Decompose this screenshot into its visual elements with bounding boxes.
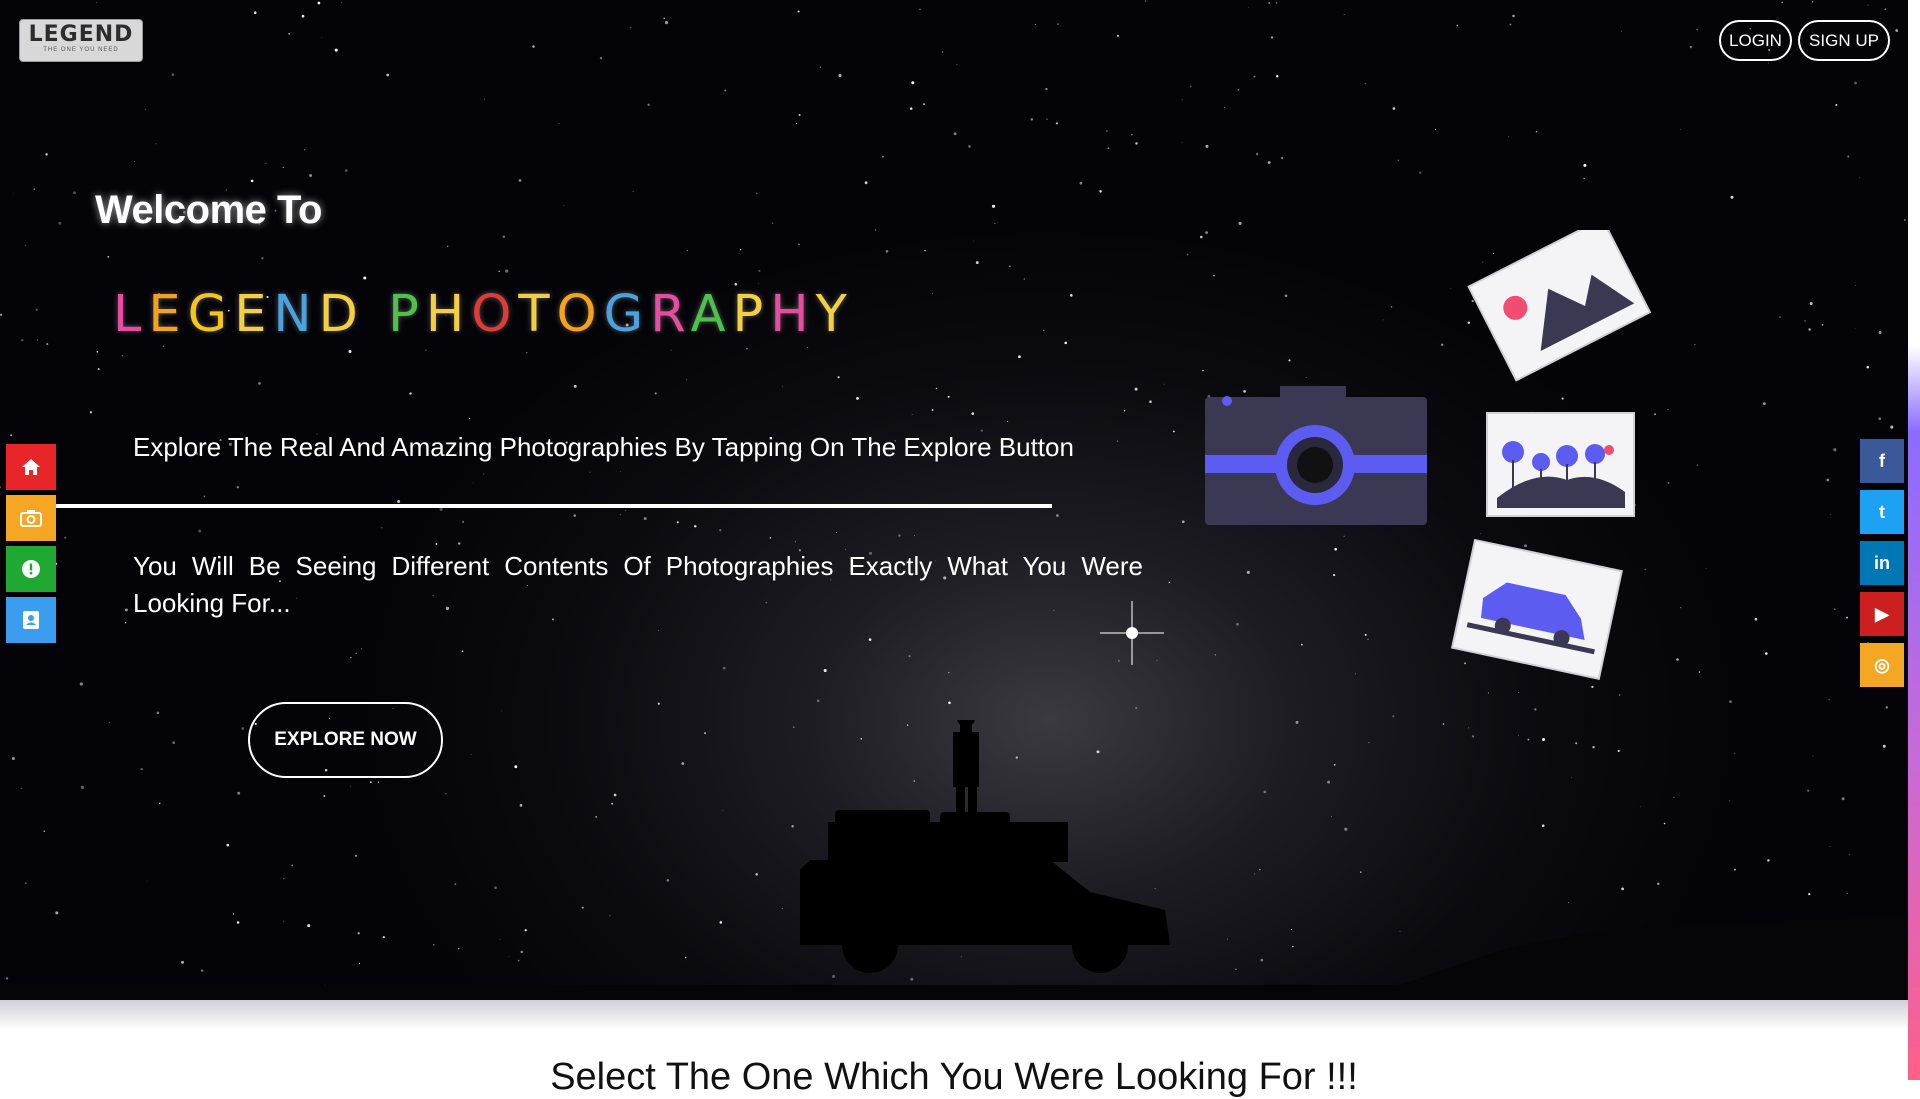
hero-shadow <box>0 1000 1908 1030</box>
brand-letter: G <box>603 285 651 344</box>
logo-text: LEGEND <box>28 22 134 47</box>
brand-title: LEGEND PHOTOGRAPHY <box>113 285 854 344</box>
brand-letter: O <box>556 285 604 344</box>
divider-line <box>56 504 1052 508</box>
left-nav-sidebar <box>6 444 56 648</box>
facebook-button[interactable]: f <box>1860 439 1904 483</box>
brand-letter: N <box>273 285 319 344</box>
linkedin-icon: in <box>1874 552 1890 573</box>
brand-letter <box>365 285 388 344</box>
contact-icon <box>23 611 39 629</box>
signup-button[interactable]: SIGN UP <box>1798 20 1890 61</box>
brand-letter: Y <box>815 285 854 344</box>
photography-illustration <box>1205 230 1652 680</box>
camera-illustration <box>1205 386 1427 525</box>
section-title: Select The One Which You Were Looking Fo… <box>550 1056 1358 1098</box>
explore-description: Explore The Real And Amazing Photographi… <box>133 432 1074 462</box>
brand-letter: L <box>113 285 149 344</box>
page-scrollbar[interactable] <box>1908 0 1920 1080</box>
sidebar-about-button[interactable] <box>6 546 56 592</box>
logo-tagline: THE ONE YOU NEED <box>43 47 119 53</box>
brand-letter: H <box>770 285 816 344</box>
brand-letter: H <box>425 285 472 344</box>
brand-letter: R <box>650 285 691 344</box>
instagram-icon: ◎ <box>1874 654 1890 675</box>
brand-letter: A <box>690 285 733 344</box>
site-logo[interactable]: LEGEND THE ONE YOU NEED <box>19 19 143 62</box>
sidebar-home-button[interactable] <box>6 444 56 490</box>
youtube-button[interactable]: ▶ <box>1860 592 1904 636</box>
linkedin-button[interactable]: in <box>1860 541 1904 585</box>
facebook-icon: f <box>1879 450 1885 471</box>
youtube-icon: ▶ <box>1875 603 1889 624</box>
brand-letter: D <box>318 285 365 344</box>
home-icon <box>22 459 40 475</box>
car-silhouette-image <box>800 720 1170 973</box>
info-icon <box>22 560 40 578</box>
sidebar-gallery-button[interactable] <box>6 495 56 541</box>
sidebar-contact-button[interactable] <box>6 597 56 643</box>
twitter-icon: t <box>1879 501 1885 522</box>
content-description: You Will Be Seeing Different Contents Of… <box>133 551 1143 618</box>
brand-letter: T <box>518 285 557 344</box>
brand-letter: O <box>471 285 519 344</box>
welcome-heading: Welcome To <box>95 188 322 232</box>
brand-letter: P <box>732 285 771 344</box>
explore-now-button[interactable]: EXPLORE NOW <box>248 702 443 778</box>
brand-letter: E <box>148 285 188 344</box>
instagram-button[interactable]: ◎ <box>1860 643 1904 687</box>
login-button[interactable]: LOGIN <box>1719 20 1792 61</box>
brand-letter: G <box>187 285 235 344</box>
brand-letter: E <box>234 285 274 344</box>
social-sidebar: f t in ▶ ◎ <box>1860 439 1904 694</box>
twitter-button[interactable]: t <box>1860 490 1904 534</box>
brand-letter: P <box>388 285 426 344</box>
hero-banner: LEGEND THE ONE YOU NEED LOGIN SIGN UP We… <box>0 0 1908 1000</box>
camera-icon <box>20 510 42 527</box>
